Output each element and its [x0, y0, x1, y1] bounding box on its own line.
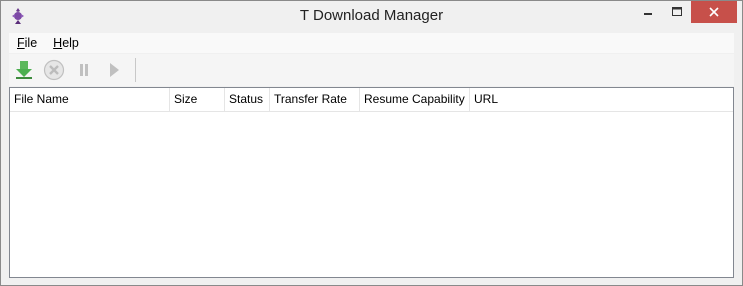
close-icon [709, 7, 719, 17]
resume-button[interactable] [99, 55, 129, 85]
maximize-button[interactable] [662, 1, 692, 23]
menu-help[interactable]: Help [45, 36, 87, 50]
close-button[interactable] [691, 1, 737, 23]
downloads-list[interactable]: File Name Size Status Transfer Rate Resu… [9, 87, 734, 278]
app-window: T Download Manager File Help File Name S… [0, 0, 743, 286]
column-header-file-name[interactable]: File Name [10, 88, 170, 111]
play-icon [110, 63, 119, 77]
cancel-button[interactable] [39, 55, 69, 85]
column-header-status[interactable]: Status [225, 88, 270, 111]
maximize-icon [672, 7, 682, 16]
column-header-resume-capability[interactable]: Resume Capability [360, 88, 470, 111]
column-header-size[interactable]: Size [170, 88, 225, 111]
list-header: File Name Size Status Transfer Rate Resu… [10, 88, 733, 112]
minimize-icon [644, 13, 652, 15]
column-header-transfer-rate[interactable]: Transfer Rate [270, 88, 360, 111]
column-header-url[interactable]: URL [470, 88, 733, 111]
pause-icon [80, 64, 88, 76]
minimize-button[interactable] [633, 1, 663, 23]
cancel-circle-icon [43, 59, 65, 81]
download-arrow-icon [16, 61, 32, 79]
pause-button[interactable] [69, 55, 99, 85]
toolbar [9, 54, 734, 86]
window-title: T Download Manager [299, 7, 444, 24]
menu-file[interactable]: File [9, 36, 45, 50]
toolbar-separator [135, 58, 136, 82]
menu-bar: File Help [9, 33, 734, 53]
download-button[interactable] [9, 55, 39, 85]
title-bar[interactable]: T Download Manager [1, 1, 742, 32]
